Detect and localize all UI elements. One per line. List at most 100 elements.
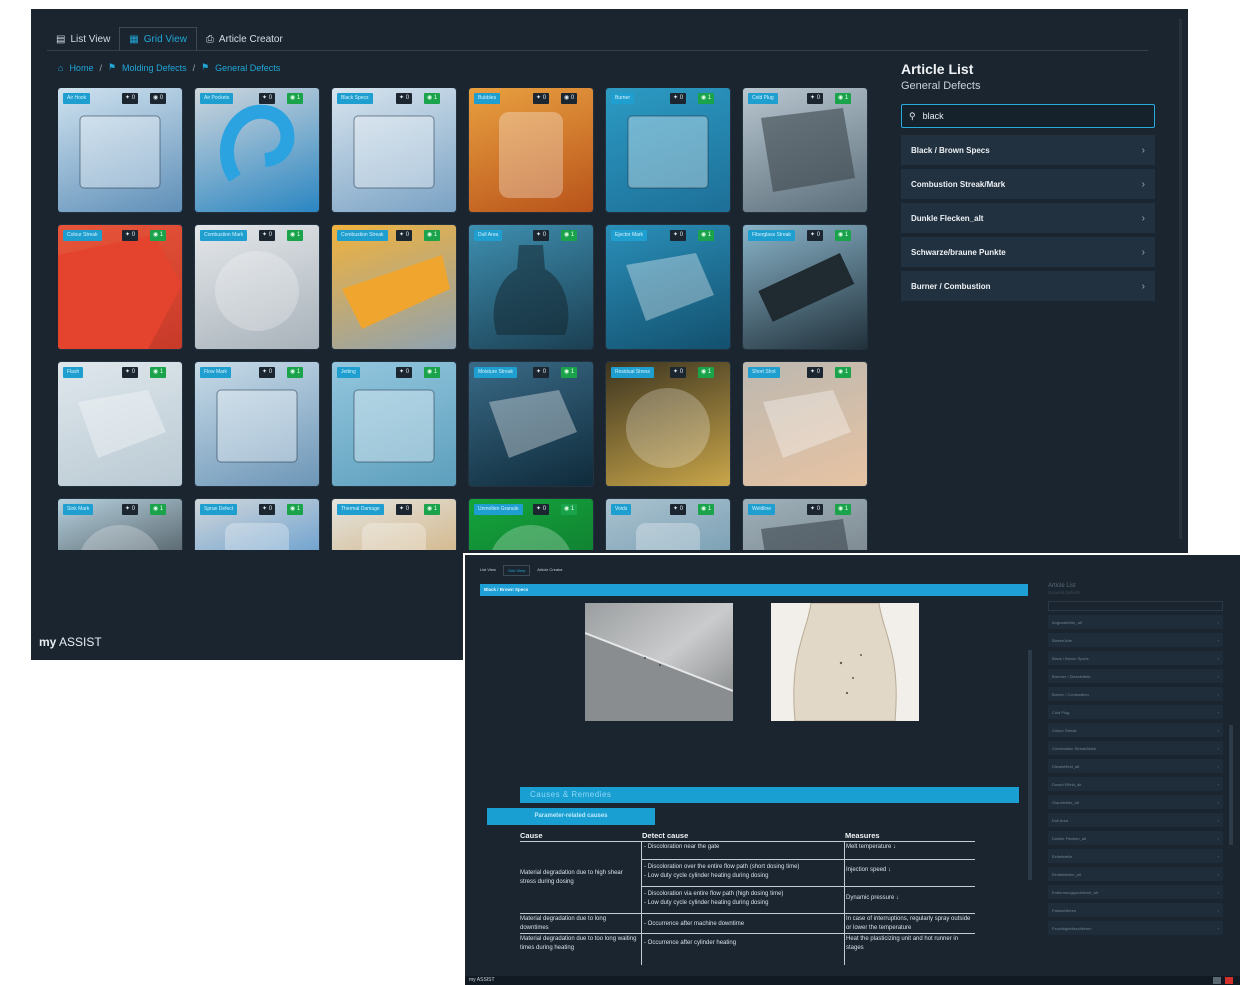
- article-list-panel: Article List General Defects Angussfehle…: [1048, 583, 1223, 935]
- defect-tile[interactable]: Weldline ✦ 0 ◉ 1: [743, 499, 867, 550]
- views-badge: ◉ 1: [698, 367, 715, 378]
- article-item[interactable]: Dosed Effekt_alt ›: [1048, 777, 1223, 791]
- views-badge: ◉ 1: [698, 504, 715, 515]
- table-cell: Dynamic pressure ↓: [846, 895, 900, 901]
- article-view-window: List View Grid View Article Creator Blac…: [465, 555, 1240, 985]
- views-badge: ◉ 1: [835, 93, 852, 104]
- article-item[interactable]: Combustion Streak/Mark ›: [1048, 741, 1223, 755]
- article-item[interactable]: Colour Streak ›: [1048, 723, 1223, 737]
- printer-icon: ⎙: [205, 33, 214, 45]
- defect-tile[interactable]: Air Hook ✦ 0 ◉ 0: [58, 88, 182, 212]
- defect-tile[interactable]: Voids ✦ 0 ◉ 1: [606, 499, 730, 550]
- defect-tile[interactable]: Flash ✦ 0 ◉ 1: [58, 362, 182, 486]
- tab-list-view[interactable]: ▤ List View: [47, 27, 119, 51]
- defect-tile[interactable]: Fiberglass Streak ✦ 0 ◉ 1: [743, 225, 867, 349]
- table-cell: - Discoloration over the entire flow pat…: [644, 864, 800, 879]
- defect-grid: Air Hook ✦ 0 ◉ 0 Air Pockets ✦ 0 ◉ 1 Black Spe…: [58, 88, 898, 550]
- article-item[interactable]: Cold Plug ›: [1048, 705, 1223, 719]
- article-item[interactable]: Entformungsprobleme_alt ›: [1048, 885, 1223, 899]
- defect-tile[interactable]: Colour Streak ✦ 0 ◉ 1: [58, 225, 182, 349]
- search-icon: ⚲: [909, 110, 916, 121]
- defect-tile[interactable]: Ejector Mark ✦ 0 ◉ 1: [606, 225, 730, 349]
- article-item[interactable]: Brenner / Dieseleffekt ›: [1048, 669, 1223, 683]
- breadcrumb-general-defects[interactable]: General Defects: [215, 63, 280, 73]
- product-shape: [215, 251, 299, 331]
- defect-tile[interactable]: Moisture Streak ✦ 0 ◉ 1: [469, 362, 593, 486]
- product-shape: [636, 523, 700, 550]
- tab-article-creator[interactable]: Article Creator: [533, 565, 567, 576]
- defect-photo: [585, 603, 733, 721]
- views-badge: ◉ 1: [424, 504, 441, 515]
- defect-tile[interactable]: Combustion Mark ✦ 0 ◉ 1: [195, 225, 319, 349]
- views-badge: ◉ 1: [424, 367, 441, 378]
- article-item[interactable]: Farbschlieren ›: [1048, 903, 1223, 917]
- chevron-right-icon: ›: [1217, 781, 1219, 787]
- tile-label: Combustion Streak: [337, 230, 388, 241]
- defect-tile[interactable]: Unmolten Granule ✦ 0 ◉ 1: [469, 499, 593, 550]
- defect-tile[interactable]: Flow Mark ✦ 0 ◉ 1: [195, 362, 319, 486]
- product-shape: [216, 389, 298, 463]
- defect-tile[interactable]: Cold Plug ✦ 0 ◉ 1: [743, 88, 867, 212]
- defect-tile[interactable]: Thermal Damage ✦ 0 ◉ 1: [332, 499, 456, 550]
- defect-tile[interactable]: Air Pockets ✦ 0 ◉ 1: [195, 88, 319, 212]
- scrollbar[interactable]: [1179, 19, 1182, 539]
- comments-badge: ✦ 0: [533, 230, 550, 241]
- article-list-subtitle: General Defects: [901, 80, 981, 92]
- defect-tile[interactable]: Jetting ✦ 0 ◉ 1: [332, 362, 456, 486]
- article-item[interactable]: Blasbrüche ›: [1048, 633, 1223, 647]
- article-item[interactable]: Burner / Combustion ›: [901, 271, 1155, 301]
- tab-article-creator[interactable]: ⎙ Article Creator: [197, 27, 292, 51]
- article-item[interactable]: Dieseleffekt_alt ›: [1048, 759, 1223, 773]
- article-item[interactable]: Einfallstellen_alt ›: [1048, 867, 1223, 881]
- article-search-input[interactable]: ⚲ black: [901, 104, 1155, 128]
- defect-tile[interactable]: Sprue Defect ✦ 0 ◉ 1: [195, 499, 319, 550]
- defect-tile[interactable]: Residual Stress ✦ 0 ◉ 1: [606, 362, 730, 486]
- defect-tile[interactable]: Bubbles ✦ 0 ◉ 0: [469, 88, 593, 212]
- tag-icon: ⚑: [201, 62, 210, 72]
- article-item[interactable]: Schwarze/braune Punkte ›: [901, 237, 1155, 267]
- table-cell: Heat the plasticizing unit and hot runne…: [846, 936, 959, 951]
- defect-tile[interactable]: Short Shot ✦ 0 ◉ 1: [743, 362, 867, 486]
- comments-badge: ✦ 0: [533, 504, 550, 515]
- tab-grid-view[interactable]: Grid View: [502, 565, 531, 576]
- article-item[interactable]: Combustion Streak/Mark ›: [901, 169, 1155, 199]
- views-badge: ◉ 1: [698, 93, 715, 104]
- article-item[interactable]: Burner / Combustion ›: [1048, 687, 1223, 701]
- product-shape: [58, 235, 182, 349]
- scrollbar[interactable]: [1028, 650, 1032, 880]
- article-item[interactable]: Einfallstelle ›: [1048, 849, 1223, 863]
- breadcrumb-home[interactable]: Home: [69, 63, 93, 73]
- views-badge: ◉ 1: [287, 367, 304, 378]
- article-item[interactable]: Glanzfehler_alt ›: [1048, 795, 1223, 809]
- scrollbar[interactable]: [1229, 725, 1233, 845]
- tile-label: Flash: [63, 367, 84, 378]
- defect-tile[interactable]: Combustion Streak ✦ 0 ◉ 1: [332, 225, 456, 349]
- breadcrumb-molding-defects[interactable]: Molding Defects: [122, 63, 187, 73]
- article-item[interactable]: Dunkle Flecken_alt ›: [1048, 831, 1223, 845]
- article-item[interactable]: Angussfehler_alt ›: [1048, 615, 1223, 629]
- article-item[interactable]: Dull Area ›: [1048, 813, 1223, 827]
- minimize-button[interactable]: [1213, 977, 1221, 984]
- close-button[interactable]: [1225, 977, 1233, 984]
- chevron-right-icon: ›: [1217, 835, 1219, 841]
- table-rule: [520, 933, 975, 934]
- article-item[interactable]: Black / Brown Specs ›: [901, 135, 1155, 165]
- tab-list-view[interactable]: List View: [476, 565, 500, 576]
- tab-grid-view[interactable]: ▦ Grid View: [119, 27, 197, 51]
- comments-badge: ✦ 0: [533, 367, 550, 378]
- defect-photo: [216, 389, 298, 463]
- defect-tile[interactable]: Black Specs ✦ 0 ◉ 1: [332, 88, 456, 212]
- defect-tile[interactable]: Burner ✦ 0 ◉ 1: [606, 88, 730, 212]
- article-search-input[interactable]: [1048, 601, 1223, 611]
- article-item[interactable]: Black / Brown Specs ›: [1048, 651, 1223, 665]
- article-item[interactable]: Dunkle Flecken_alt ›: [901, 203, 1155, 233]
- defect-tile[interactable]: Sink Mark ✦ 0 ◉ 1: [58, 499, 182, 550]
- chevron-right-icon: ›: [1217, 673, 1219, 679]
- defect-tile[interactable]: Dull Area ✦ 0 ◉ 1: [469, 225, 593, 349]
- comments-badge: ✦ 0: [670, 367, 687, 378]
- tile-label: Air Pockets: [200, 93, 234, 104]
- defect-photo: [493, 245, 569, 335]
- tile-label: Short Shot: [748, 367, 780, 378]
- article-item[interactable]: Feuchtigkeitsschlieren ›: [1048, 921, 1223, 935]
- views-badge: ◉ 1: [287, 93, 304, 104]
